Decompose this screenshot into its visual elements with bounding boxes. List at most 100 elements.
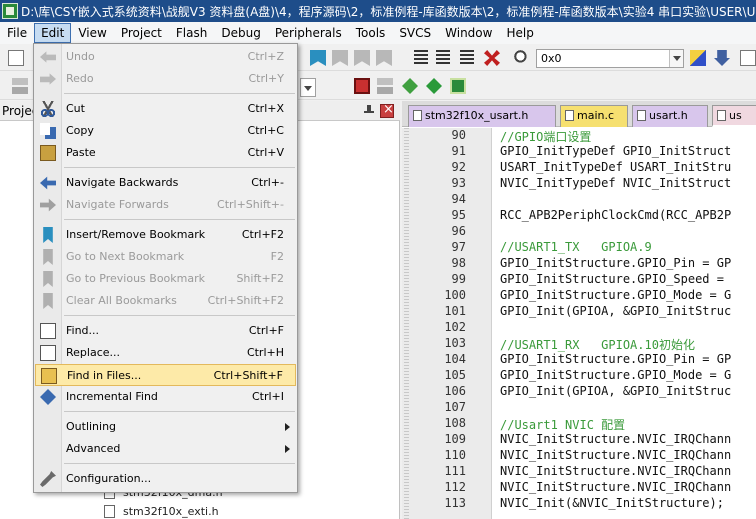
- tab-main-c[interactable]: main.c: [560, 105, 628, 127]
- menu-item-paste[interactable]: Paste Ctrl+V: [35, 142, 296, 164]
- uncomment-icon[interactable]: [484, 50, 500, 66]
- menu-item-cut[interactable]: Cut Ctrl+X: [35, 98, 296, 120]
- line-number: 107: [444, 400, 466, 414]
- code-line[interactable]: 106 GPIO_Init(GPIOA, &GPIO_InitStruc: [402, 384, 756, 400]
- pin-icon[interactable]: [364, 105, 374, 117]
- menu-file[interactable]: File: [0, 23, 34, 43]
- menu-help[interactable]: Help: [499, 23, 540, 43]
- menu-tools[interactable]: Tools: [349, 23, 393, 43]
- menu-item-shortcut: Ctrl+Shift+F: [213, 369, 283, 382]
- menu-item-advanced[interactable]: Advanced: [35, 438, 296, 460]
- menu-window[interactable]: Window: [438, 23, 499, 43]
- new-file-icon[interactable]: [8, 50, 24, 66]
- tab-label: stm32f10x_usart.h: [425, 109, 529, 122]
- line-number: 93: [451, 176, 466, 190]
- menu-item-clear-all-bookmarks[interactable]: Clear All Bookmarks Ctrl+Shift+F2: [35, 290, 296, 312]
- debug-icon[interactable]: [690, 50, 706, 66]
- line-number: 97: [451, 240, 466, 254]
- unindent-icon[interactable]: [436, 50, 450, 66]
- tab-usart-c[interactable]: us: [712, 105, 756, 127]
- manage-components-icon[interactable]: [377, 78, 393, 94]
- menu-item-navigate-backwards[interactable]: Navigate Backwards Ctrl+-: [35, 172, 296, 194]
- target-select[interactable]: [300, 78, 316, 97]
- menu-item-insert-remove-bookmark[interactable]: Insert/Remove Bookmark Ctrl+F2: [35, 224, 296, 246]
- menu-peripherals[interactable]: Peripherals: [268, 23, 349, 43]
- previous-bookmark-icon: [43, 271, 53, 287]
- code-line[interactable]: 112 NVIC_InitStructure.NVIC_IRQChann: [402, 480, 756, 496]
- close-icon[interactable]: [380, 102, 394, 118]
- find-in-files-icon[interactable]: [514, 50, 530, 66]
- next-bookmark-icon[interactable]: [354, 50, 370, 66]
- code-line[interactable]: 98 GPIO_InitStructure.GPIO_Pin = GP: [402, 256, 756, 272]
- address-combo[interactable]: 0x0: [536, 49, 684, 68]
- code-line[interactable]: 90 //GPIO端口设置: [402, 128, 756, 144]
- tree-item[interactable]: stm32f10x_exti.h: [104, 505, 219, 518]
- file-icon: [717, 110, 726, 121]
- code-line[interactable]: 113 NVIC_Init(&NVIC_InitStructure);: [402, 496, 756, 512]
- code-line[interactable]: 110 NVIC_InitStructure.NVIC_IRQChann: [402, 448, 756, 464]
- code-text: GPIO_Init(GPIOA, &GPIO_InitStruc: [500, 384, 732, 398]
- menu-separator: [64, 411, 295, 412]
- menu-svcs[interactable]: SVCS: [392, 23, 438, 43]
- bookmark-icon[interactable]: [310, 50, 326, 66]
- pack-installer-icon[interactable]: [402, 78, 418, 94]
- menu-item-label: Clear All Bookmarks: [66, 294, 177, 307]
- tab-usart-h[interactable]: usart.h: [632, 105, 708, 127]
- code-line[interactable]: 102: [402, 320, 756, 336]
- menu-item-copy[interactable]: Copy Ctrl+C: [35, 120, 296, 142]
- code-line[interactable]: 99 GPIO_InitStructure.GPIO_Speed =: [402, 272, 756, 288]
- clear-bookmarks-icon[interactable]: [376, 50, 392, 66]
- options-icon[interactable]: [354, 78, 370, 94]
- menu-view[interactable]: View: [71, 23, 113, 43]
- code-line[interactable]: 111 NVIC_InitStructure.NVIC_IRQChann: [402, 464, 756, 480]
- keil-ide-window: D:\库\CSY嵌入式系统资料\战舰V3 资料盘(A盘)\4，程序源码\2，标准…: [0, 0, 756, 519]
- code-line[interactable]: 103 //USART1_RX GPIOA.10初始化: [402, 336, 756, 352]
- code-text: NVIC_InitStructure.NVIC_IRQChann: [500, 432, 732, 446]
- menu-item-go-to-next-bookmark[interactable]: Go to Next Bookmark F2: [35, 246, 296, 268]
- code-line[interactable]: 104 GPIO_InitStructure.GPIO_Pin = GP: [402, 352, 756, 368]
- code-line[interactable]: 97 //USART1_TX GPIOA.9: [402, 240, 756, 256]
- code-line[interactable]: 107: [402, 400, 756, 416]
- code-line[interactable]: 96: [402, 224, 756, 240]
- code-line[interactable]: 101 GPIO_Init(GPIOA, &GPIO_InitStruc: [402, 304, 756, 320]
- code-line[interactable]: 109 NVIC_InitStructure.NVIC_IRQChann: [402, 432, 756, 448]
- build-icon[interactable]: [12, 78, 28, 94]
- code-line[interactable]: 108 //Usart1 NVIC 配置: [402, 416, 756, 432]
- code-comment: //USART1_TX GPIOA.9: [500, 240, 652, 254]
- select-packs-icon[interactable]: [426, 78, 442, 94]
- code-line[interactable]: 100 GPIO_InitStructure.GPIO_Mode = G: [402, 288, 756, 304]
- code-line[interactable]: 105 GPIO_InitStructure.GPIO_Mode = G: [402, 368, 756, 384]
- code-line[interactable]: 93 NVIC_InitTypeDef NVIC_InitStruct: [402, 176, 756, 192]
- menu-item-navigate-forwards[interactable]: Navigate Forwards Ctrl+Shift+-: [35, 194, 296, 216]
- menu-item-find-in-files[interactable]: Find in Files... Ctrl+Shift+F: [35, 364, 296, 386]
- tab-stm32f10x-usart-h[interactable]: stm32f10x_usart.h: [408, 105, 556, 127]
- menu-item-redo[interactable]: Redo Ctrl+Y: [35, 68, 296, 90]
- comment-icon[interactable]: [460, 50, 474, 66]
- code-line[interactable]: 94: [402, 192, 756, 208]
- rte-icon[interactable]: [450, 78, 466, 94]
- settings-icon[interactable]: [740, 50, 756, 66]
- code-line[interactable]: 95 RCC_APB2PeriphClockCmd(RCC_APB2P: [402, 208, 756, 224]
- menu-item-configuration[interactable]: Configuration...: [35, 468, 296, 490]
- code-text: NVIC_InitTypeDef NVIC_InitStruct: [500, 176, 732, 190]
- menu-item-find[interactable]: Find... Ctrl+F: [35, 320, 296, 342]
- menu-item-label: Copy: [66, 124, 94, 137]
- code-line[interactable]: 91 GPIO_InitTypeDef GPIO_InitStruct: [402, 144, 756, 160]
- combo-dropdown-button[interactable]: [669, 50, 683, 67]
- menu-item-go-to-previous-bookmark[interactable]: Go to Previous Bookmark Shift+F2: [35, 268, 296, 290]
- indent-icon[interactable]: [414, 50, 428, 66]
- menu-item-undo[interactable]: Undo Ctrl+Z: [35, 46, 296, 68]
- menu-edit[interactable]: Edit: [34, 23, 72, 43]
- clear-bookmarks-icon: [43, 293, 53, 309]
- menu-item-replace[interactable]: Replace... Ctrl+H: [35, 342, 296, 364]
- code-text: USART_InitTypeDef USART_InitStru: [500, 160, 732, 174]
- previous-bookmark-icon[interactable]: [332, 50, 348, 66]
- menu-item-label: Navigate Forwards: [66, 198, 169, 211]
- menu-item-outlining[interactable]: Outlining: [35, 416, 296, 438]
- menu-flash[interactable]: Flash: [169, 23, 214, 43]
- menu-item-incremental-find[interactable]: Incremental Find Ctrl+I: [35, 386, 296, 408]
- menu-debug[interactable]: Debug: [214, 23, 267, 43]
- menu-project[interactable]: Project: [114, 23, 169, 43]
- code-line[interactable]: 92 USART_InitTypeDef USART_InitStru: [402, 160, 756, 176]
- download-icon[interactable]: [714, 50, 730, 66]
